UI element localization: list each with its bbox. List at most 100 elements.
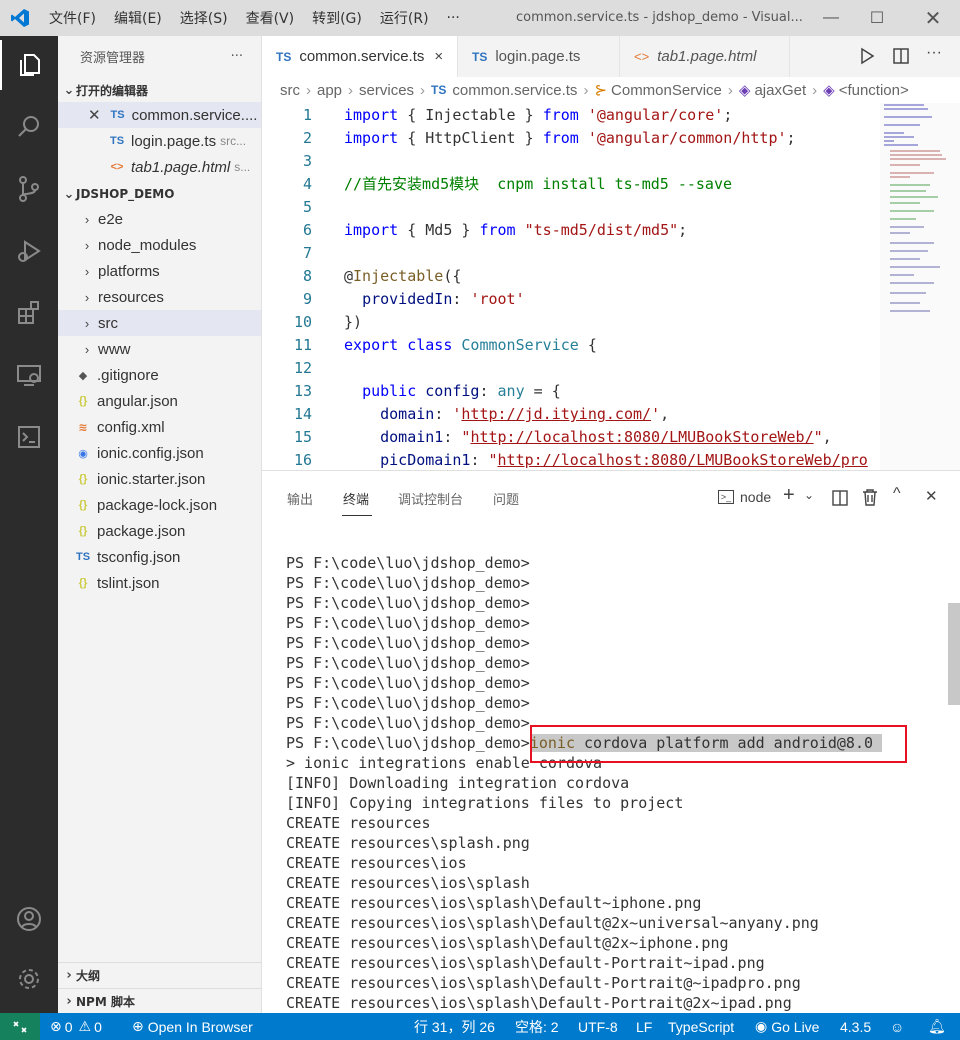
open-editor-item[interactable]: TS login.page.ts src... [58,128,261,154]
breadcrumb-item[interactable]: app [317,82,342,99]
file-item[interactable]: {} package.json [58,518,261,544]
notifications-bell-icon[interactable]: 🔔︎ [928,1013,946,1040]
file-item[interactable]: ◆ .gitignore [58,362,261,388]
file-item[interactable]: TS tsconfig.json [58,544,261,570]
close-panel-icon[interactable]: ✕ [925,487,938,505]
file-item[interactable]: {} tslint.json [58,570,261,596]
tab-problems[interactable]: 问题 [493,489,519,508]
close-window-icon[interactable]: ✕ [910,0,956,36]
file-item[interactable]: {} ionic.starter.json [58,466,261,492]
chevron-right-icon: › [348,81,354,99]
breadcrumb-item[interactable]: <function> [839,82,909,99]
typescript-file-icon: TS [276,49,292,64]
terminal-line: PS F:\code\luo\jdshop_demo> [286,614,530,632]
npm-scripts-section[interactable]: › NPM 脚本 [58,988,261,1013]
maximize-icon[interactable]: ☐ [854,0,900,36]
open-editors-section[interactable]: ⌄ 打开的编辑器 [58,78,261,102]
problems-status[interactable]: ⊗ 0 ⚠ 0 [50,1013,102,1040]
file-item[interactable]: ≋ config.xml [58,414,261,440]
encoding[interactable]: UTF-8 [578,1013,618,1040]
cursor-position[interactable]: 行 31，列 26 [414,1013,495,1040]
file-name: tsconfig.json [97,548,181,566]
more-actions-icon[interactable]: ··· [231,49,243,64]
vscode-logo-icon [0,0,40,36]
tab-tab1-page[interactable]: <> tab1.page.html [620,36,790,77]
more-actions-icon[interactable]: ··· [926,44,942,62]
line-number: 4 [302,175,312,193]
folder-item[interactable]: › www [58,336,261,362]
menu-edit[interactable]: 编辑(E) [105,8,171,28]
feedback-icon[interactable]: ☺ [890,1013,904,1040]
chevron-right-icon: › [66,968,72,983]
breadcrumb-item[interactable]: src [280,82,300,99]
breadcrumb-item[interactable]: CommonService [611,82,722,99]
menu-file[interactable]: 文件(F) [40,8,105,28]
file-item[interactable]: ◉ ionic.config.json [58,440,261,466]
code-line: 13 public config: any = { [262,380,880,403]
file-item[interactable]: {} package-lock.json [58,492,261,518]
terminal-scrollbar[interactable] [948,603,960,705]
breadcrumb-item[interactable]: ajaxGet [754,82,806,99]
terminal-icon[interactable] [0,412,58,462]
project-section[interactable]: ⌄ JDSHOP_DEMO [58,182,261,206]
menu-more[interactable]: ··· [438,10,469,26]
search-icon[interactable] [0,102,58,152]
terminal-output[interactable]: PS F:\code\luo\jdshop_demo> PS F:\code\lu… [286,553,936,1013]
explorer-icon[interactable] [0,40,58,90]
indentation[interactable]: 空格: 2 [515,1013,559,1040]
folder-item[interactable]: › e2e [58,206,261,232]
folder-item[interactable]: › resources [58,284,261,310]
ts-version[interactable]: 4.3.5 [840,1013,871,1040]
minimize-icon[interactable]: — [808,0,854,36]
split-terminal-icon[interactable] [832,490,848,509]
menu-select[interactable]: 选择(S) [171,8,237,28]
code-line: 5 [262,196,880,219]
code-editor[interactable]: 1 import { Injectable } from '@angular/co… [262,103,880,470]
folder-item[interactable]: › platforms [58,258,261,284]
breadcrumb-item[interactable]: services [359,82,414,99]
chevron-down-icon[interactable]: ⌄ [804,488,814,502]
menu-go[interactable]: 转到(G) [303,8,371,28]
file-path: src... [220,134,247,148]
new-terminal-icon[interactable]: + [783,484,795,507]
account-icon[interactable] [0,894,58,944]
open-editor-item[interactable]: ✕ TS common.service.... [58,102,261,128]
file-item[interactable]: {} angular.json [58,388,261,414]
tab-output[interactable]: 输出 [287,489,313,508]
folder-item[interactable]: › src [58,310,261,336]
close-tab-icon[interactable]: × [434,48,443,65]
remote-indicator-icon[interactable] [0,1013,40,1040]
go-live-button[interactable]: ◉ Go Live [755,1013,819,1040]
terminal-selector[interactable]: >_ node [718,489,771,505]
run-file-icon[interactable] [858,47,876,68]
bottom-panel: 输出 终端 调试控制台 问题 >_ node + ⌄ ^ ✕ PS F:\cod… [262,470,960,1013]
close-icon[interactable]: ✕ [88,106,101,124]
outline-section[interactable]: › 大纲 [58,962,261,988]
tab-terminal[interactable]: 终端 [343,489,369,508]
terminal-line: PS F:\code\luo\jdshop_demo> [286,634,530,652]
source-control-icon[interactable] [0,164,58,214]
breadcrumb-item[interactable]: common.service.ts [452,82,577,99]
code-line: 12 [262,357,880,380]
minimap[interactable] [880,103,960,470]
end-of-line[interactable]: LF [636,1013,652,1040]
extensions-icon[interactable] [0,288,58,338]
html-file-icon: <> [634,49,650,64]
trash-icon[interactable] [862,489,878,509]
maximize-panel-icon[interactable]: ^ [893,485,901,503]
tab-debug-console[interactable]: 调试控制台 [398,489,463,508]
open-in-browser-button[interactable]: ⊕ Open In Browser [132,1013,253,1040]
menu-view[interactable]: 查看(V) [237,8,304,28]
settings-gear-icon[interactable] [0,954,58,1004]
code-line: 10}) [262,311,880,334]
split-editor-icon[interactable] [892,47,910,68]
tab-common-service[interactable]: TS common.service.ts × [262,36,458,77]
file-name: package.json [97,522,186,540]
remote-explorer-icon[interactable] [0,350,58,400]
tab-login-page[interactable]: TS login.page.ts [458,36,620,77]
open-editor-item[interactable]: <> tab1.page.html s... [58,154,261,180]
language-mode[interactable]: TypeScript [668,1013,734,1040]
folder-item[interactable]: › node_modules [58,232,261,258]
menu-run[interactable]: 运行(R) [371,8,438,28]
run-debug-icon[interactable] [0,226,58,276]
